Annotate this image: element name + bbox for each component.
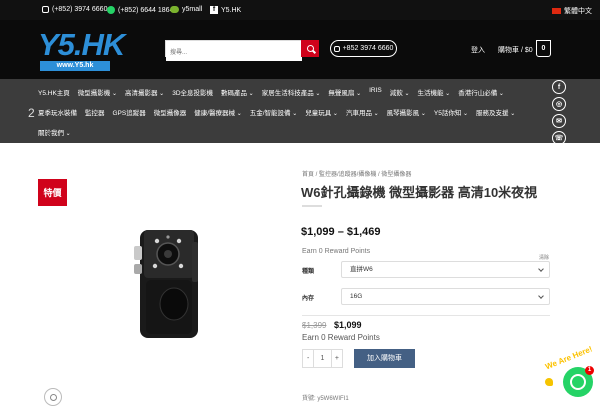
nav-item[interactable]: 香港行山必備 (458, 87, 504, 97)
search-bar (165, 40, 319, 61)
wechat-icon (170, 6, 179, 13)
chat-icon (570, 374, 586, 390)
reward-points-variant: Earn 0 Reward Points (302, 333, 380, 342)
nav-item[interactable]: 微型攝像器 (154, 107, 187, 117)
add-to-cart-button[interactable]: 加入購物車 (354, 349, 415, 368)
wechat-link[interactable]: y5mall (170, 6, 202, 13)
whatsapp-number: (+852) 6644 1864 (118, 6, 174, 14)
facebook-icon[interactable]: f (552, 80, 566, 94)
reward-points: Earn 0 Reward Points (302, 248, 371, 255)
nav-row-1: Y5.HK主頁微型攝影機高清攝影器 3D全息投影機數碼產品家居生活科技產品無聲風扇… (38, 87, 504, 97)
memory-label: 內存 (302, 296, 315, 302)
breadcrumb[interactable]: 首頁 / 監控器/追蹤器/攝像機 / 微型攝像器 (302, 169, 411, 178)
product-image[interactable] (128, 224, 210, 342)
cart-icon[interactable]: 0 (536, 40, 551, 57)
sale-price: $1,099 (334, 320, 362, 330)
phone-icon[interactable]: ☏ (552, 131, 566, 145)
instagram-icon[interactable]: ◎ (552, 97, 566, 111)
phone-number: (+852) 3974 6660 (52, 6, 108, 13)
nav-item[interactable]: 微型攝影機 (78, 87, 117, 97)
type-label: 種類 (302, 269, 315, 275)
logo-url: www.Y5.hk (40, 61, 110, 71)
facebook-name: Y5.HK (221, 6, 242, 14)
call-button-label: +852 3974 6660 (342, 45, 394, 52)
zoom-icon[interactable] (44, 388, 62, 406)
nav-item[interactable]: GPS追蹤器 (113, 107, 146, 117)
divider (302, 315, 550, 316)
waving-hand-icon (545, 378, 553, 386)
product-title: W6針孔攝錄機 微型攝影器 高清10米夜視 (301, 185, 538, 200)
sale-badge: 特價 (38, 179, 67, 206)
nav-item[interactable]: 風琴攝影風 (387, 107, 426, 117)
nav-item[interactable]: 數碼產品 (221, 87, 254, 97)
nav-item[interactable]: 兒童玩具 (305, 107, 338, 117)
china-flag-icon (552, 8, 561, 14)
sku-label: 貨號: y5W6WIFI1 (302, 396, 349, 402)
nav-row-3: 關於我們 (38, 127, 71, 137)
nav-item[interactable]: 3D全息投影機 (172, 87, 213, 97)
cart-link[interactable]: 購物車 / $0 (498, 45, 533, 55)
whatsapp-icon (107, 6, 115, 14)
nav-item[interactable]: 服務及支援 (476, 107, 515, 117)
phone-link[interactable]: (+852) 3974 6660 (42, 6, 107, 13)
nav-item[interactable]: 汽車用品 (346, 107, 379, 117)
phone-icon (333, 45, 340, 52)
nav-item[interactable]: 五金/智能設備 (250, 107, 298, 117)
logo-text: Y5.HK (38, 27, 125, 62)
type-select[interactable]: 直拼W6 (341, 261, 550, 278)
qty-minus-button[interactable]: - (303, 350, 313, 367)
site-header: Y5.HK www.Y5.hk +852 3974 6660 登入 購物車 / … (0, 20, 600, 79)
nav-item[interactable]: 減飲 (390, 87, 410, 97)
nav-item[interactable]: 無聲風扇 (328, 87, 361, 97)
social-links: f ◎ ✉ ☏ (552, 80, 566, 145)
login-link[interactable]: 登入 (471, 45, 485, 55)
clear-selection-link[interactable]: 清除 (539, 254, 549, 261)
nav-item[interactable]: Y5話你知 (434, 107, 468, 117)
title-divider (302, 205, 322, 207)
nav-item[interactable]: Y5.HK主頁 (38, 87, 70, 97)
nav-item[interactable]: IRIS (369, 87, 382, 97)
phone-icon (42, 6, 49, 13)
nav-item[interactable]: 健康/醫療器械 (194, 107, 242, 117)
qty-plus-button[interactable]: + (332, 350, 342, 367)
chat-badge: 1 (585, 366, 594, 375)
quantity-stepper: - 1 + (302, 349, 343, 368)
wechat-id: y5mall (182, 6, 203, 13)
email-icon[interactable]: ✉ (552, 114, 566, 128)
search-button[interactable] (301, 40, 319, 57)
language-label: 繁體中文 (564, 8, 592, 15)
nav-item[interactable]: 監控器 (85, 107, 105, 117)
language-switcher[interactable]: 繁體中文 (552, 6, 592, 16)
nav-item[interactable]: 高清攝影器 (125, 87, 164, 97)
nav-item[interactable]: 夏季玩水裝備 (38, 107, 77, 117)
qty-input[interactable]: 1 (313, 350, 332, 367)
facebook-link[interactable]: f Y5.HK (210, 6, 241, 14)
nav-item[interactable]: 家居生活科技產品 (262, 87, 321, 97)
facebook-icon: f (210, 6, 218, 14)
top-utility-bar: (+852) 3974 6660 (+852) 6644 1864 y5mall… (0, 0, 600, 20)
main-nav: Y5.HK主頁微型攝影機高清攝影器 3D全息投影機數碼產品家居生活科技產品無聲風扇… (0, 79, 600, 143)
search-icon (306, 45, 314, 52)
original-price: $1,399 (302, 321, 327, 330)
site-logo[interactable]: Y5.HK www.Y5.hk (36, 27, 125, 73)
search-input[interactable] (166, 45, 302, 61)
memory-select[interactable]: 16G (341, 288, 550, 305)
price-range: $1,099 – $1,469 (301, 226, 381, 238)
nav-row-2: 夏季玩水裝備監控器 GPS追蹤器微型攝像器健康/醫療器械五金/智能設備兒童玩具汽車… (38, 107, 515, 117)
nav-item[interactable]: 生活機能 (417, 87, 450, 97)
slide-number: 2 (28, 106, 35, 120)
whatsapp-link[interactable]: (+852) 6644 1864 (107, 6, 173, 14)
nav-item[interactable]: 關於我們 (38, 127, 71, 137)
call-button[interactable]: +852 3974 6660 (330, 40, 397, 57)
